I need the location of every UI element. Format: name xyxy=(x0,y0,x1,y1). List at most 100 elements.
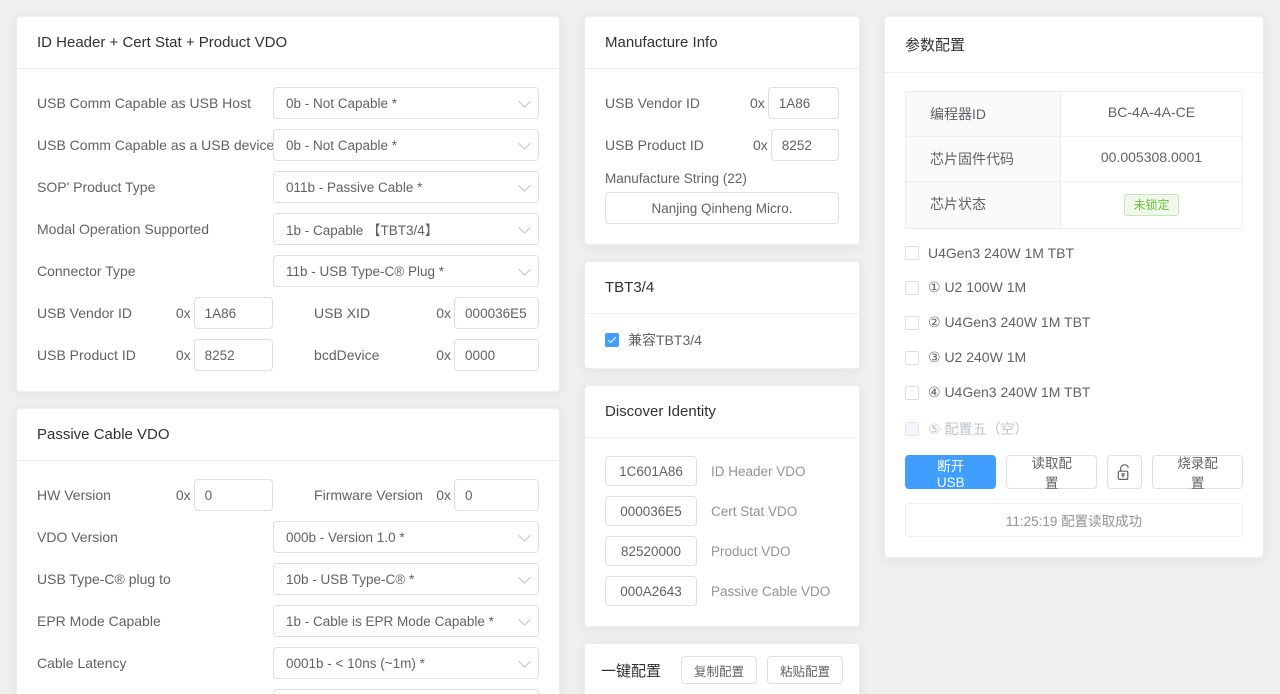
input-mfg-usb-vendor-id[interactable]: 1A86 xyxy=(768,87,839,119)
select-value: 011b - Passive Cable * xyxy=(286,180,422,195)
field-label: VDO Version xyxy=(37,529,273,545)
checkbox-box xyxy=(905,351,919,365)
id-header-card: ID Header + Cert Stat + Product VDO USB … xyxy=(16,16,560,392)
card-title-text: Manufacture Info xyxy=(605,34,839,51)
select-vdo-version[interactable]: 000b - Version 1.0 * xyxy=(273,521,539,553)
config-slot-3[interactable]: ③ U2 240W 1M xyxy=(905,349,1243,366)
input-value: 000036E5 xyxy=(465,306,527,321)
field-label: SOP' Product Type xyxy=(37,179,273,195)
form-row-sop-product-type: SOP' Product Type 011b - Passive Cable * xyxy=(37,171,539,203)
input-id-header-vdo[interactable]: 1C601A86 xyxy=(605,456,697,486)
select-value: 1b - Capable 【TBT3/4】 xyxy=(286,219,438,239)
table-row: 芯片状态 未锁定 xyxy=(906,182,1242,228)
input-manufacture-string[interactable]: Nanjing Qinheng Micro. xyxy=(605,192,839,224)
input-usb-xid[interactable]: 000036E5 xyxy=(454,297,539,329)
input-product-vdo[interactable]: 82520000 xyxy=(605,536,697,566)
id-header-card-body: USB Comm Capable as USB Host 0b - Not Ca… xyxy=(17,69,559,391)
input-value: Nanjing Qinheng Micro. xyxy=(651,201,792,216)
hex-prefix: 0x xyxy=(436,347,451,363)
status-message-bar: 11:25:19 配置读取成功 xyxy=(905,503,1243,537)
checkbox-label: ③ U2 240W 1M xyxy=(928,349,1026,366)
hex-prefix: 0x xyxy=(176,347,191,363)
paste-config-button[interactable]: 粘贴配置 xyxy=(767,656,843,684)
input-bcddevice[interactable]: 0000 xyxy=(454,339,539,371)
input-value: 0 xyxy=(465,488,473,503)
form-row-hw-fw-version: HW Version 0x 0 Firmware Version 0x 0 xyxy=(37,479,539,511)
select-cable-termination-type[interactable]: 00b - VCONN not required * xyxy=(273,689,539,694)
checkbox-box xyxy=(605,333,619,347)
input-firmware-version[interactable]: 0 xyxy=(454,479,539,511)
checkbox-label: ① U2 100W 1M xyxy=(928,279,1026,296)
config-slot-1[interactable]: ① U2 100W 1M xyxy=(905,279,1243,296)
input-value: 1A86 xyxy=(779,96,811,111)
middle-column: Manufacture Info USB Vendor ID 0x 1A86 U… xyxy=(584,16,860,694)
copy-config-button[interactable]: 复制配置 xyxy=(681,656,757,684)
hex-prefix: 0x xyxy=(436,487,451,503)
input-mfg-usb-product-id[interactable]: 8252 xyxy=(771,129,839,161)
select-value: 11b - USB Type-C® Plug * xyxy=(286,264,444,279)
table-row: 编程器ID BC-4A-4A-CE xyxy=(906,92,1242,137)
onekey-header-buttons: 复制配置 粘贴配置 xyxy=(681,656,843,684)
chevron-down-icon xyxy=(518,179,531,192)
config-slot-2[interactable]: ② U4Gen3 240W 1M TBT xyxy=(905,314,1243,331)
manufacture-card-title: Manufacture Info xyxy=(585,17,859,69)
tbt-card-body: 兼容TBT3/4 xyxy=(585,314,859,368)
input-cert-stat-vdo[interactable]: 000036E5 xyxy=(605,496,697,526)
input-value: 82520000 xyxy=(621,544,681,559)
disconnect-usb-button[interactable]: 断开USB xyxy=(905,455,996,489)
form-row-mfg-product-id: USB Product ID 0x 8252 xyxy=(605,129,839,161)
chevron-down-icon xyxy=(518,95,531,108)
checkbox-box xyxy=(905,316,919,330)
checkbox-label: 兼容TBT3/4 xyxy=(628,330,702,350)
burn-config-button[interactable]: 烧录配置 xyxy=(1152,455,1243,489)
param-card-title: 参数配置 xyxy=(885,17,1263,73)
tbt-card: TBT3/4 兼容TBT3/4 xyxy=(584,261,860,369)
field-label-usb-xid: USB XID xyxy=(314,305,436,321)
chevron-down-icon xyxy=(518,655,531,668)
select-cable-latency[interactable]: 0001b - < 10ns (~1m) * xyxy=(273,647,539,679)
select-usb-comm-device[interactable]: 0b - Not Capable * xyxy=(273,129,539,161)
app-root: ID Header + Cert Stat + Product VDO USB … xyxy=(0,0,1280,694)
select-usb-type-c-plug-to[interactable]: 10b - USB Type-C® * xyxy=(273,563,539,595)
card-title-text: 参数配置 xyxy=(905,34,1243,55)
hex-prefix: 0x xyxy=(753,137,768,153)
hex-prefix: 0x xyxy=(176,305,191,321)
read-config-button[interactable]: 读取配置 xyxy=(1006,455,1097,489)
action-buttons: 断开USB 读取配置 烧录配置 xyxy=(905,455,1243,489)
id-header-card-title: ID Header + Cert Stat + Product VDO xyxy=(17,17,559,69)
form-row-vendor-xid: USB Vendor ID 0x 1A86 USB XID 0x 000036E… xyxy=(37,297,539,329)
lock-toggle-button[interactable] xyxy=(1107,455,1142,489)
param-card-body: 编程器ID BC-4A-4A-CE 芯片固件代码 00.005308.0001 … xyxy=(885,73,1263,557)
select-epr-mode-capable[interactable]: 1b - Cable is EPR Mode Capable * xyxy=(273,605,539,637)
manufacture-info-card: Manufacture Info USB Vendor ID 0x 1A86 U… xyxy=(584,16,860,245)
config-slot-default[interactable]: U4Gen3 240W 1M TBT xyxy=(905,245,1243,261)
chevron-down-icon xyxy=(518,263,531,276)
input-value: 0 xyxy=(205,488,213,503)
table-cell-key: 编程器ID xyxy=(906,92,1061,136)
select-usb-comm-host[interactable]: 0b - Not Capable * xyxy=(273,87,539,119)
checkbox-tbt-compatible[interactable]: 兼容TBT3/4 xyxy=(605,330,839,350)
manufacture-card-body: USB Vendor ID 0x 1A86 USB Product ID 0x … xyxy=(585,69,859,244)
config-slot-list: U4Gen3 240W 1M TBT ① U2 100W 1M ② U4Gen3… xyxy=(905,245,1243,439)
config-slot-4[interactable]: ④ U4Gen3 240W 1M TBT xyxy=(905,384,1243,401)
input-hw-version[interactable]: 0 xyxy=(194,479,273,511)
select-connector-type[interactable]: 11b - USB Type-C® Plug * xyxy=(273,255,539,287)
chevron-down-icon xyxy=(518,137,531,150)
discover-row-label: Cert Stat VDO xyxy=(711,504,797,519)
discover-row: 000036E5 Cert Stat VDO xyxy=(605,496,839,526)
select-value: 0b - Not Capable * xyxy=(286,138,397,153)
input-usb-vendor-id[interactable]: 1A86 xyxy=(194,297,273,329)
field-label: USB Product ID xyxy=(605,137,703,153)
field-label: USB Comm Capable as USB Host xyxy=(37,95,273,111)
form-row-vdo-version: VDO Version 000b - Version 1.0 * xyxy=(37,521,539,553)
config-slot-5-empty: ⑤ 配置五（空） xyxy=(905,419,1243,439)
select-modal-operation[interactable]: 1b - Capable 【TBT3/4】 xyxy=(273,213,539,245)
input-value: 000A2643 xyxy=(620,584,682,599)
field-label-hw-version: HW Version xyxy=(37,487,176,503)
tbt-card-title: TBT3/4 xyxy=(585,262,859,314)
table-cell-value-badge: 未锁定 xyxy=(1061,182,1242,228)
select-sop-product-type[interactable]: 011b - Passive Cable * xyxy=(273,171,539,203)
input-passive-cable-vdo[interactable]: 000A2643 xyxy=(605,576,697,606)
discover-row-label: Product VDO xyxy=(711,544,791,559)
input-usb-product-id[interactable]: 8252 xyxy=(194,339,273,371)
